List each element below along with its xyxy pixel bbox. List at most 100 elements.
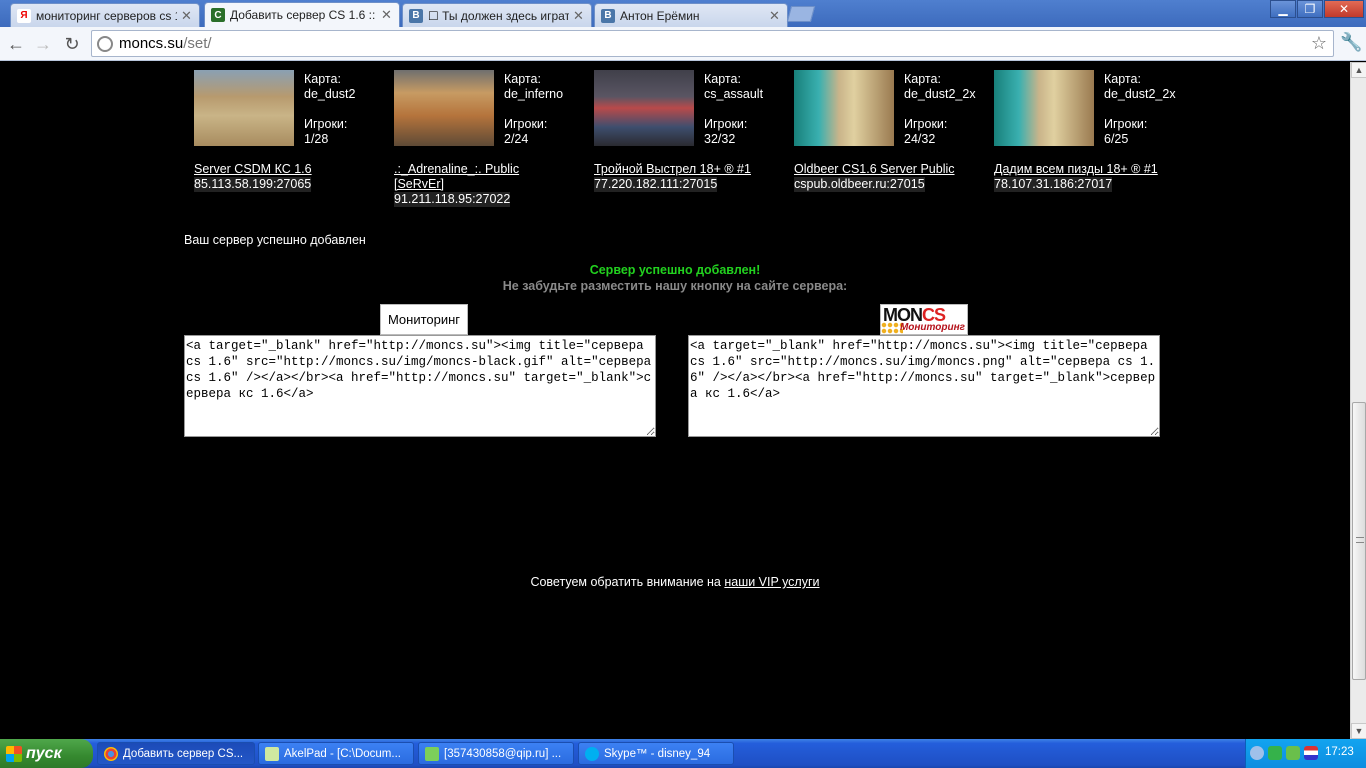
task-label: AkelPad - [C:\Docum... xyxy=(284,747,401,760)
window-close-button[interactable]: ✕ xyxy=(1324,0,1364,18)
map-name: de_dust2_2x xyxy=(904,87,976,101)
maximize-button[interactable]: ❐ xyxy=(1297,0,1323,18)
close-icon[interactable]: ✕ xyxy=(181,8,193,24)
task-label: Добавить сервер CS... xyxy=(123,747,244,760)
back-button[interactable]: ← xyxy=(4,32,28,56)
map-label: Карта: xyxy=(304,72,341,86)
scroll-up-arrow-icon[interactable]: ▲ xyxy=(1351,62,1366,78)
embed-code-textarea-left[interactable]: <a target="_blank" href="http://moncs.su… xyxy=(184,335,656,437)
start-button[interactable]: пуск xyxy=(0,739,93,768)
map-name: de_inferno xyxy=(504,87,564,101)
tray-qip-icon[interactable] xyxy=(1286,746,1300,760)
server-name-link[interactable]: Oldbeer CS1.6 Server Public cspub.oldbeer… xyxy=(794,162,989,192)
server-name-link[interactable]: Тройной Выстрел 18+ ® #1 77.220.182.111:2… xyxy=(594,162,789,192)
taskbar-item-chrome[interactable]: Добавить сервер CS... xyxy=(97,742,255,765)
server-name-link[interactable]: Дадим всем пизды 18+ ® #1 78.107.31.186:2… xyxy=(994,162,1189,192)
players-count: 32/32 xyxy=(704,132,736,146)
server-info: Карта: de_dust2_2x Игроки: 24/32 xyxy=(904,72,976,147)
start-label: пуск xyxy=(26,744,62,762)
task-label: Skype™ - disney_94 xyxy=(604,747,711,760)
map-label: Карта: xyxy=(904,72,941,86)
players-count: 2/24 xyxy=(504,132,529,146)
players-label: Игроки: xyxy=(904,117,948,131)
map-label: Карта: xyxy=(704,72,741,86)
tab-title: Антон Ерёмин xyxy=(620,8,700,23)
map-label: Карта: xyxy=(504,72,541,86)
tray-arrow-icon[interactable] xyxy=(1250,746,1264,760)
players-label: Игроки: xyxy=(1104,117,1148,131)
forward-button[interactable]: → xyxy=(31,32,55,56)
chrome-icon xyxy=(104,746,118,761)
notepad-icon xyxy=(265,746,279,761)
server-info: Карта: de_dust2 Игроки: 1/28 xyxy=(304,72,376,147)
vip-prefix: Советуем обратить внимание на xyxy=(530,575,721,589)
tab-monitoring[interactable]: Я мониторинг серверов cs 1.6 ✕ xyxy=(10,3,200,27)
server-address: 91.211.118.95:27022 xyxy=(394,192,511,207)
button-reminder: Не забудьте разместить нашу кнопку на са… xyxy=(502,279,848,293)
tab-title: мониторинг серверов cs 1.6 xyxy=(36,8,177,23)
page-viewport: Карта: de_dust2 Игроки: 1/28 Server CSDM… xyxy=(0,62,1350,739)
tab-title: Добавить сервер CS 1.6 :: C xyxy=(230,8,377,22)
yandex-icon: Я xyxy=(17,8,31,23)
taskbar-item-akelpad[interactable]: AkelPad - [C:\Docum... xyxy=(258,742,414,765)
map-name: cs_assault xyxy=(704,87,764,101)
qip-icon xyxy=(425,746,439,761)
close-icon[interactable]: ✕ xyxy=(769,8,781,24)
map-thumbnail[interactable] xyxy=(194,70,294,146)
map-thumbnail[interactable] xyxy=(394,70,494,146)
map-thumbnail[interactable] xyxy=(794,70,894,146)
server-name-link[interactable]: Server CSDM КС 1.6 85.113.58.199:27065 xyxy=(194,162,389,192)
system-tray: 17:23 xyxy=(1245,739,1366,768)
wrench-icon[interactable]: 🔧 xyxy=(1340,32,1362,53)
scroll-thumb[interactable] xyxy=(1352,402,1366,680)
close-icon[interactable]: ✕ xyxy=(573,8,585,24)
taskbar-item-skype[interactable]: Skype™ - disney_94 xyxy=(578,742,734,765)
new-tab-button[interactable] xyxy=(786,6,816,22)
map-name: de_dust2 xyxy=(304,87,356,101)
server-name-link[interactable]: .:_Adrenaline_:. Public [SeRvEr] 91.211.1… xyxy=(394,162,544,207)
server-info: Карта: de_inferno Игроки: 2/24 xyxy=(504,72,576,147)
address-path: /set/ xyxy=(183,35,212,52)
tray-shield-icon[interactable] xyxy=(1268,746,1282,760)
logo-subtitle: Мониторинг xyxy=(899,322,965,333)
taskbar-item-qip[interactable]: [357430858@qip.ru] ... xyxy=(418,742,574,765)
vertical-scrollbar[interactable]: ▲ ▼ xyxy=(1350,62,1366,739)
server-address: 78.107.31.186:27017 xyxy=(994,177,1113,192)
map-thumbnail[interactable] xyxy=(994,70,1094,146)
windows-taskbar: пуск Добавить сервер CS... AkelPad - [C:… xyxy=(0,739,1366,768)
server-info: Карта: de_dust2_2x Игроки: 6/25 xyxy=(1104,72,1176,147)
scroll-down-arrow-icon[interactable]: ▼ xyxy=(1351,723,1366,739)
tab-vk-anton[interactable]: B Антон Ерёмин ✕ xyxy=(594,3,788,27)
tab-strip: Я мониторинг серверов cs 1.6 ✕ C Добавит… xyxy=(0,0,1366,27)
reload-button[interactable]: ↻ xyxy=(60,32,84,56)
map-label: Карта: xyxy=(1104,72,1141,86)
vk-icon: B xyxy=(601,8,615,23)
success-message: Ваш сервер успешно добавлен xyxy=(184,233,366,247)
vip-link[interactable]: наши VIP услуги xyxy=(724,575,819,589)
players-label: Игроки: xyxy=(704,117,748,131)
embed-code-textarea-right[interactable]: <a target="_blank" href="http://moncs.su… xyxy=(688,335,1160,437)
server-address: 77.220.182.111:27015 xyxy=(594,177,718,192)
task-label: [357430858@qip.ru] ... xyxy=(444,747,562,760)
players-count: 24/32 xyxy=(904,132,936,146)
server-info: Карта: cs_assault Игроки: 32/32 xyxy=(704,72,776,147)
players-label: Игроки: xyxy=(504,117,548,131)
bookmark-star-icon[interactable]: ☆ xyxy=(1311,33,1327,54)
map-thumbnail[interactable] xyxy=(594,70,694,146)
moncs-logo-button[interactable]: MONCS Мониторинг xyxy=(880,304,968,335)
tab-vk-play[interactable]: B ☐ Ты должен здесь играть! ✕ xyxy=(402,3,592,27)
minimize-button[interactable]: ▁ xyxy=(1270,0,1296,18)
address-host: moncs.su xyxy=(119,35,184,52)
players-count: 6/25 xyxy=(1104,132,1129,146)
success-heading: Сервер успешно добавлен! xyxy=(589,263,761,277)
tab-add-server[interactable]: C Добавить сервер CS 1.6 :: C ✕ xyxy=(204,2,400,27)
text-monitoring-button[interactable]: Мониторинг xyxy=(380,304,468,335)
browser-toolbar: ← → ↻ moncs.su/set/ ☆ 🔧 xyxy=(0,27,1366,61)
clock: 17:23 xyxy=(1325,746,1354,758)
tray-language-icon[interactable] xyxy=(1304,746,1318,760)
address-bar[interactable]: moncs.su/set/ ☆ xyxy=(91,30,1334,57)
map-name: de_dust2_2x xyxy=(1104,87,1176,101)
close-icon[interactable]: ✕ xyxy=(381,7,393,23)
skype-icon xyxy=(585,746,599,761)
vk-icon: B xyxy=(409,8,423,23)
